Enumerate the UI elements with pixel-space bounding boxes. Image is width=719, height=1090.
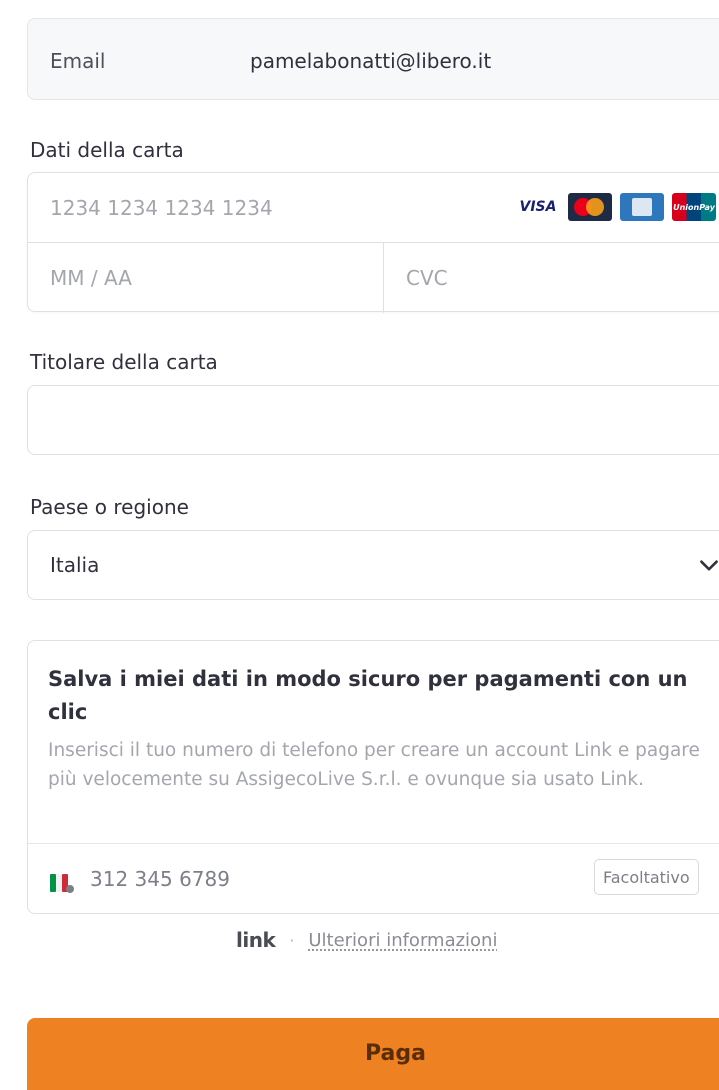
cardholder-input[interactable] [27,385,719,455]
email-label: Email [50,49,106,73]
card-number-placeholder: 1234 1234 1234 1234 [50,196,273,220]
optional-badge: Facoltativo [594,859,699,895]
unionpay-icon: UnionPay [672,193,716,221]
card-brand-icons: VISA UnionPay [516,193,716,221]
amex-icon [620,193,664,221]
phone-input[interactable]: 312 345 6789 [90,867,230,891]
chevron-down-icon [700,560,718,571]
expiry-placeholder: MM / AA [50,266,132,290]
card-number-input[interactable]: 1234 1234 1234 1234 VISA UnionPay [28,173,719,243]
link-footer: link · Ulteriori informazioni [236,928,497,952]
mastercard-icon [568,193,612,221]
email-field: Email pamelabonatti@libero.it [27,18,719,100]
visa-icon: VISA [516,193,560,221]
italy-flag-icon[interactable] [50,871,84,895]
expiry-input[interactable]: MM / AA [28,243,384,313]
link-save-title: Salva i miei dati in modo sicuro per pag… [48,667,688,724]
card-details-group: 1234 1234 1234 1234 VISA UnionPay MM / A… [27,172,719,313]
cvc-input[interactable]: CVC [384,243,719,313]
more-info-link[interactable]: Ulteriori informazioni [308,930,497,951]
separator-dot: · [289,930,295,950]
country-value: Italia [50,553,100,577]
link-save-description: Inserisci il tuo numero di telefono per … [48,740,700,790]
cardholder-label: Titolare della carta [30,350,218,374]
link-logo: link [236,928,276,952]
cvc-placeholder: CVC [406,266,448,290]
email-value: pamelabonatti@libero.it [250,49,492,73]
pay-button-label: Paga [365,1041,426,1066]
pay-button[interactable]: Paga [27,1018,719,1090]
country-select[interactable]: Italia [27,530,719,600]
country-label: Paese o regione [30,495,189,519]
card-details-label: Dati della carta [30,138,184,162]
divider [28,843,719,844]
link-save-panel: Salva i miei dati in modo sicuro per pag… [27,640,719,914]
